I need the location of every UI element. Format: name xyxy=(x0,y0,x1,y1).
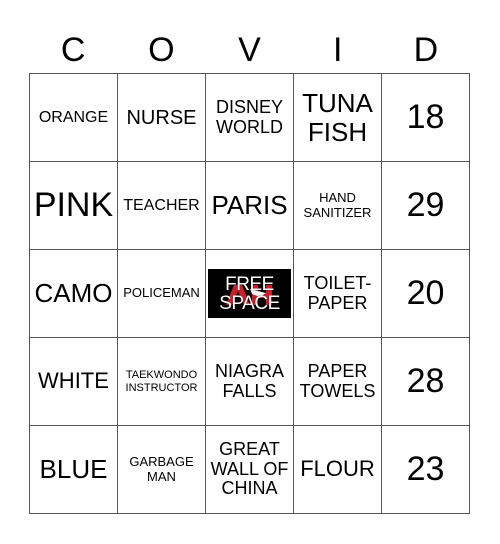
free-space-cell[interactable]: FREE SPACE xyxy=(206,250,294,338)
bingo-cell-text: GARBAGE MAN xyxy=(129,454,194,484)
bingo-cell[interactable]: ORANGE xyxy=(30,74,118,162)
bingo-cell-text: CAMO xyxy=(34,278,113,309)
header-letter-c: C xyxy=(60,31,86,69)
header-letter-d: D xyxy=(413,31,439,69)
bingo-cell[interactable]: DISNEY WORLD xyxy=(206,74,294,162)
bingo-cell[interactable]: HAND SANITIZER xyxy=(294,162,382,250)
bingo-cell[interactable]: TEACHER xyxy=(118,162,206,250)
bingo-cell[interactable]: 20 xyxy=(382,250,470,338)
bingo-cell-text: PARIS xyxy=(211,190,288,221)
bingo-cell[interactable]: TOILET-PAPER xyxy=(294,250,382,338)
free-space-line2: SPACE xyxy=(219,292,280,314)
free-space-line1: FREE xyxy=(225,273,274,295)
bingo-cell-text: POLICEMAN xyxy=(123,285,200,301)
bingo-cell-text: BLUE xyxy=(39,454,108,485)
bingo-cell-text: HAND SANITIZER xyxy=(303,190,372,220)
bingo-cell[interactable]: 18 xyxy=(382,74,470,162)
bingo-cell[interactable]: FLOUR xyxy=(294,426,382,514)
bingo-cell-text: 28 xyxy=(406,361,445,400)
bingo-cell[interactable]: WHITE xyxy=(30,338,118,426)
bingo-card-grid: ORANGE NURSE DISNEY WORLD TUNA FISH 18 PINK TE… xyxy=(29,73,470,514)
bingo-cell-text: 18 xyxy=(406,97,445,136)
bingo-cell-text: DISNEY WORLD xyxy=(215,96,284,137)
bingo-cell-text: FLOUR xyxy=(300,456,375,482)
bingo-cell[interactable]: PAPER TOWELS xyxy=(294,338,382,426)
bingo-cell[interactable]: POLICEMAN xyxy=(118,250,206,338)
bingo-cell-text: WHITE xyxy=(38,368,109,394)
bingo-cell[interactable]: 23 xyxy=(382,426,470,514)
bingo-cell[interactable]: PINK xyxy=(30,162,118,250)
header-letter-v: V xyxy=(238,31,261,69)
bingo-cell-text: NIAGRA FALLS xyxy=(214,360,284,401)
free-space-image: FREE SPACE xyxy=(208,269,291,318)
bingo-cell-text: TEACHER xyxy=(123,196,200,214)
bingo-cell[interactable]: 28 xyxy=(382,338,470,426)
header-letter-i: I xyxy=(332,31,343,69)
bingo-cell-text: TOILET-PAPER xyxy=(303,272,372,313)
bingo-cell[interactable]: PARIS xyxy=(206,162,294,250)
bingo-cell[interactable]: GARBAGE MAN xyxy=(118,426,206,514)
bingo-cell-text: TAEKWONDO INSTRUCTOR xyxy=(125,369,198,394)
bingo-cell-text: GREAT WALL OF CHINA xyxy=(210,438,289,499)
bingo-cell[interactable]: BLUE xyxy=(30,426,118,514)
bingo-cell[interactable]: TUNA FISH xyxy=(294,74,382,162)
bingo-cell-text: 29 xyxy=(406,185,445,224)
bingo-cell-text: PAPER TOWELS xyxy=(299,360,376,401)
bingo-cell[interactable]: GREAT WALL OF CHINA xyxy=(206,426,294,514)
bingo-cell-text: ORANGE xyxy=(38,108,109,126)
bingo-header: C O V I D xyxy=(29,28,470,72)
bingo-cell-text: PINK xyxy=(33,185,114,224)
header-letter-o: O xyxy=(148,31,175,69)
bingo-cell-text: 23 xyxy=(406,449,445,488)
bingo-cell-text: NURSE xyxy=(126,106,197,129)
bingo-cell[interactable]: TAEKWONDO INSTRUCTOR xyxy=(118,338,206,426)
bingo-cell[interactable]: CAMO xyxy=(30,250,118,338)
bingo-cell[interactable]: 29 xyxy=(382,162,470,250)
bingo-cell[interactable]: NURSE xyxy=(118,74,206,162)
bingo-cell-text: 20 xyxy=(406,273,445,312)
bingo-cell-text: TUNA FISH xyxy=(302,87,373,147)
bingo-cell[interactable]: NIAGRA FALLS xyxy=(206,338,294,426)
